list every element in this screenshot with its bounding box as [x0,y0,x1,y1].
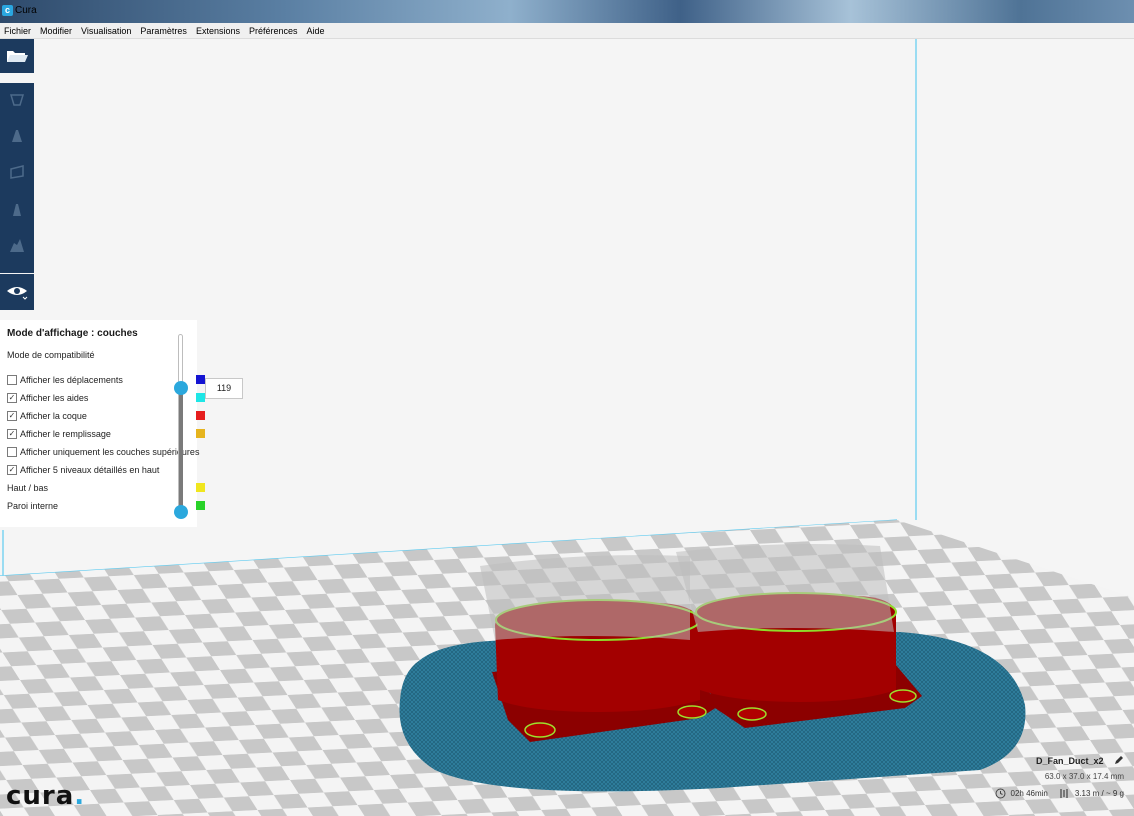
pencil-icon[interactable] [1114,755,1124,765]
helpers-color-swatch [196,393,205,402]
material-usage: 3.13 m / ~ 9 g [1074,789,1124,798]
menu-bar: Fichier Modifier Visualisation Paramètre… [0,23,1134,39]
option-label: Afficher 5 niveaux détaillés en haut [20,465,160,475]
mirror-icon[interactable] [8,201,26,219]
object-dimensions: 63.0 x 37.0 x 17.4 mm [1044,772,1124,781]
menu-extensions[interactable]: Extensions [196,26,240,36]
legend-inner-wall: Paroi interne [7,501,59,511]
option-show-travels[interactable]: Afficher les déplacements [7,374,123,386]
infill-color-swatch [196,429,205,438]
menu-file[interactable]: Fichier [4,26,31,36]
menu-help[interactable]: Aide [307,26,325,36]
spool-icon [1060,789,1068,798]
layer-slider-range [179,388,183,512]
checkbox[interactable]: ✓ [7,465,17,475]
option-top-5-layers-detail[interactable]: ✓ Afficher 5 niveaux détaillés en haut [7,464,159,476]
per-model-settings-icon[interactable] [8,237,26,255]
option-label: Afficher la coque [20,411,87,421]
menu-view[interactable]: Visualisation [81,26,131,36]
option-label: Afficher les aides [20,393,89,403]
travels-color-swatch [196,375,205,384]
clock-icon [995,788,1005,799]
cura-window: c Cura Fichier Modifier Visualisation Pa… [0,0,1134,816]
shell-color-swatch [196,411,205,420]
eye-icon [7,287,28,300]
layer-view-panel: Mode d'affichage : couches Mode de compa… [0,320,199,527]
open-file-button[interactable] [0,39,34,73]
cura-app-icon: c [2,5,13,16]
object-name: D_Fan_Duct_x2 [1035,756,1104,766]
view-mode-button[interactable] [0,274,34,310]
menu-preferences[interactable]: Préférences [249,26,298,36]
layer-view-heading: Mode d'affichage : couches [7,328,138,339]
option-show-helpers[interactable]: ✓ Afficher les aides [7,392,88,404]
top-bottom-color-swatch [196,483,205,492]
compatibility-mode-label: Mode de compatibilité [7,350,95,360]
logo-text: cura [6,781,75,811]
option-only-top-layers[interactable]: Afficher uniquement les couches supérieu… [7,446,199,458]
cura-logo: cura. [6,781,85,811]
menu-settings[interactable]: Paramètres [140,26,187,36]
layer-slider-lower-handle[interactable] [174,505,188,519]
object-name-row: D_Fan_Duct_x2 [954,755,1124,766]
tools-panel [0,83,34,273]
print-time: 02h 46min [1010,789,1048,798]
inner-wall-color-swatch [196,501,205,510]
option-show-shell[interactable]: ✓ Afficher la coque [7,410,87,422]
print-stats: 02h 46min 3.13 m / ~ 9 g [954,788,1124,799]
object-info: D_Fan_Duct_x2 63.0 x 37.0 x 17.4 mm 02h … [954,755,1124,799]
checkbox[interactable]: ✓ [7,429,17,439]
title-bar: c Cura [0,0,1134,23]
option-show-infill[interactable]: ✓ Afficher le remplissage [7,428,111,440]
checkbox[interactable]: ✓ [7,411,17,421]
legend-top-bottom: Haut / bas [7,483,49,493]
option-label: Afficher les déplacements [20,375,123,385]
window-title: Cura [15,5,37,16]
current-layer-input[interactable]: 119 [205,378,243,399]
layer-slider-upper-handle[interactable] [174,381,188,395]
checkbox[interactable] [7,447,17,457]
option-label: Afficher le remplissage [20,429,111,439]
checkbox[interactable]: ✓ [7,393,17,403]
option-label: Afficher uniquement les couches supérieu… [20,447,200,457]
translate-icon[interactable] [8,91,26,109]
logo-dot: . [74,781,86,811]
checkbox[interactable] [7,375,17,385]
rotate-icon[interactable] [8,163,26,181]
scale-icon[interactable] [8,127,26,145]
menu-edit[interactable]: Modifier [40,26,72,36]
3d-viewport[interactable]: Mode d'affichage : couches Mode de compa… [0,39,1134,816]
folder-open-icon [7,51,28,62]
